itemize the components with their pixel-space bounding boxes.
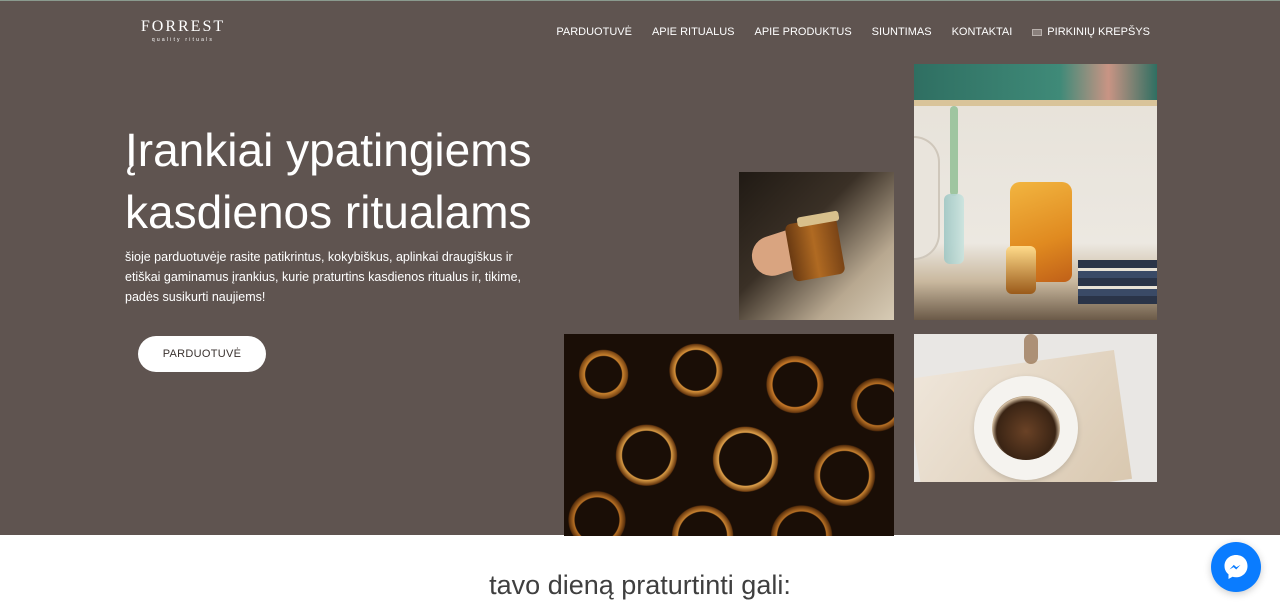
shelf-decor-photo <box>914 64 1157 320</box>
shop-button[interactable]: PARDUOTUVĖ <box>138 336 266 372</box>
honeycomb-photo <box>564 334 894 536</box>
candle-in-hand-photo <box>739 172 894 320</box>
messenger-chat-button[interactable] <box>1211 542 1261 592</box>
nav-item-cart[interactable]: PIRKINIŲ KREPŠYS <box>1032 25 1150 39</box>
hero-description: šioje parduotuvėje rasite patikrintus, k… <box>125 250 521 304</box>
cart-icon <box>1032 28 1043 36</box>
nav-item-about-products[interactable]: APIE PRODUKTUS <box>754 25 851 39</box>
coffee-cup-photo <box>914 334 1157 482</box>
nav-item-shop[interactable]: PARDUOTUVĖ <box>556 25 632 39</box>
hero-section: FORREST quality rituals PARDUOTUVĖ APIE … <box>0 0 1280 536</box>
forrest-logo[interactable]: FORREST quality rituals <box>139 19 227 44</box>
nav-item-shipping[interactable]: SIUNTIMAS <box>872 25 932 39</box>
cart-label: PIRKINIŲ KREPŠYS <box>1047 26 1150 38</box>
nav-item-contacts[interactable]: KONTAKTAI <box>952 25 1013 39</box>
logo-subtitle: quality rituals <box>151 37 215 43</box>
nav-item-about-rituals[interactable]: APIE RITUALUS <box>652 25 735 39</box>
section-heading: tavo dieną praturtinti gali: <box>489 570 791 600</box>
hero-headline: Įrankiai ypatingiems kasdienos ritualams <box>125 124 532 238</box>
main-navigation: PARDUOTUVĖ APIE RITUALUS APIE PRODUKTUS … <box>536 25 1150 39</box>
logo-title: FORREST <box>140 18 226 35</box>
messenger-icon <box>1224 555 1248 579</box>
